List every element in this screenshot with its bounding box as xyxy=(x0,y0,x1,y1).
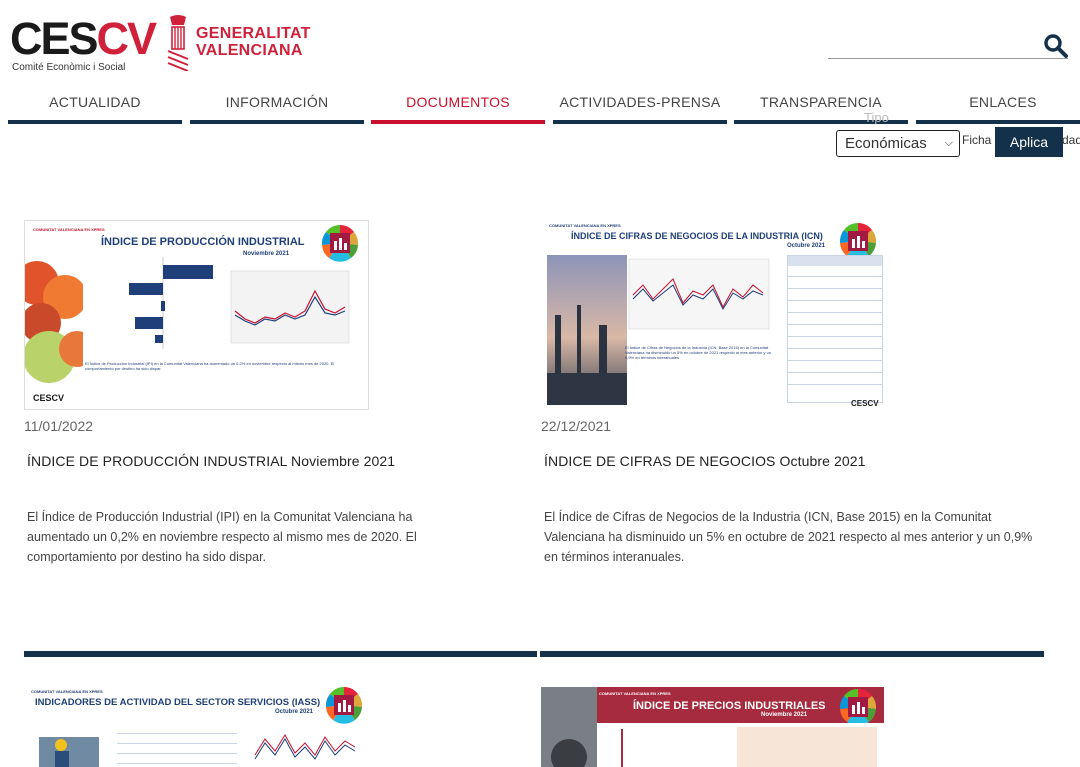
nav-item-actualidad[interactable]: ACTUALIDAD xyxy=(8,90,182,124)
thumbnail-line-chart xyxy=(254,734,356,760)
nav-item-enlaces[interactable]: ENLACES xyxy=(916,90,1080,124)
nav-item-actividades-prensa[interactable]: ACTIVIDADES-PRENSA xyxy=(553,90,727,124)
gv-line2: VALENCIANA xyxy=(196,42,303,59)
card-date: 22/12/2021 xyxy=(541,418,612,434)
card-title[interactable]: ÍNDICE DE PRODUCCIÓN INDUSTRIAL Noviembr… xyxy=(27,453,395,469)
card-thumbnail-iass[interactable]: COMUNITAT VALENCIANA EN XPRES INDICADORE… xyxy=(24,684,369,767)
chevron-down-icon: ⌵ xyxy=(944,137,953,149)
main-nav: ACTUALIDAD INFORMACIÓN DOCUMENTOS ACTIVI… xyxy=(0,90,1080,126)
logo-word-dark: CES xyxy=(10,13,99,64)
search-icon[interactable] xyxy=(1043,33,1069,59)
card-date: 11/01/2022 xyxy=(24,418,94,434)
sdg-icon xyxy=(321,225,359,262)
thumbnail-photo xyxy=(25,261,83,383)
nav-item-informacion[interactable]: INFORMACIÓN xyxy=(190,90,364,124)
card-description: El Índice de Producción Industrial (IPI)… xyxy=(27,510,417,564)
thumbnail-photo xyxy=(541,687,597,767)
type-select-value: Económicas xyxy=(845,135,927,152)
generalitat-logo[interactable]: GENERALITAT VALENCIANA xyxy=(166,15,310,73)
filter-caption: Tipo xyxy=(864,110,889,125)
card-divider xyxy=(24,651,537,657)
card-thumbnail-ipi[interactable]: COMUNITAT VALENCIANA EN XPRES ÍNDICE DE … xyxy=(24,220,369,410)
type-select[interactable]: Económicas ⌵ xyxy=(836,130,960,157)
card-divider xyxy=(540,651,1044,657)
sdg-icon xyxy=(839,689,877,726)
thumbnail-line-chart xyxy=(230,270,350,344)
card-title[interactable]: ÍNDICE DE CIFRAS DE NEGOCIOS Octubre 202… xyxy=(544,453,866,469)
sdg-icon xyxy=(325,687,363,724)
gv-line1: GENERALITAT xyxy=(196,25,311,42)
card-description: El Índice de Cifras de Negocios de la In… xyxy=(544,510,1033,564)
thumbnail-photo xyxy=(547,255,627,405)
search-input[interactable] xyxy=(828,58,1068,59)
thumbnail-table xyxy=(117,725,237,767)
logo-subtitle: Comité Econòmic i Social xyxy=(12,62,126,73)
thumbnail-table xyxy=(787,255,883,403)
thumbnail-line-chart xyxy=(628,258,770,330)
thumbnail-photo xyxy=(39,737,99,767)
logo-word-red: CV xyxy=(96,13,157,64)
apply-button[interactable]: Aplica xyxy=(995,127,1063,157)
thumbnail-bar-chart xyxy=(129,257,213,349)
card-thumbnail-ipri[interactable]: COMUNITAT VALENCIANA EN XPRES ÍNDICE DE … xyxy=(540,686,885,767)
filter-trailing-label: dad xyxy=(1062,133,1080,147)
ficha-label: Ficha xyxy=(962,133,992,147)
cescv-logo[interactable]: CESCV Comité Econòmic i Social xyxy=(10,13,157,74)
card-thumbnail-icn[interactable]: COMUNITAT VALENCIANA EN XPRES ÍNDICE DE … xyxy=(540,220,885,410)
crest-icon xyxy=(167,15,189,71)
nav-item-documentos[interactable]: DOCUMENTOS xyxy=(371,90,545,124)
